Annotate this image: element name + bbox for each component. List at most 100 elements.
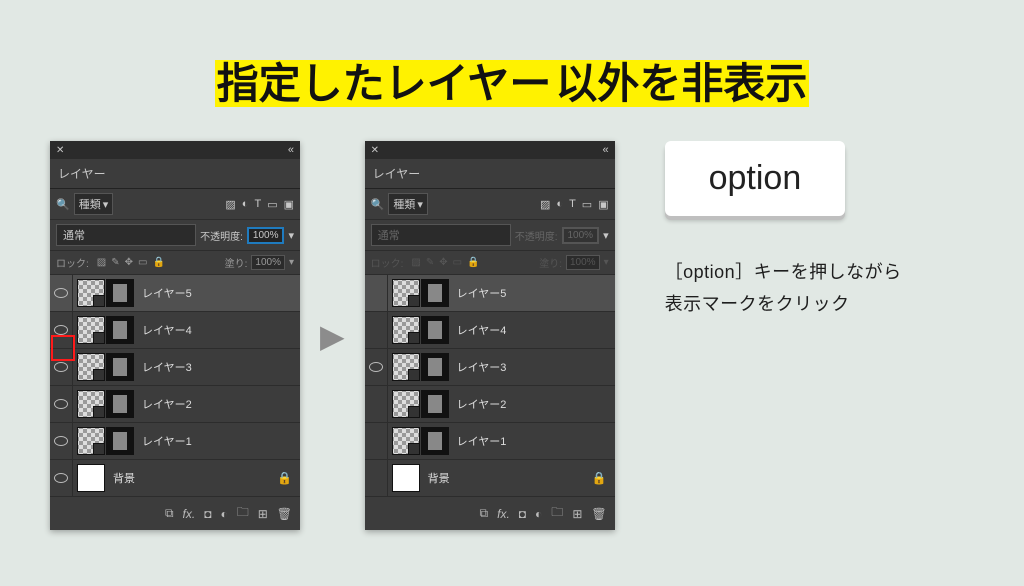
layer-mask-thumbnail[interactable] — [421, 390, 449, 418]
layer-mask-thumbnail[interactable] — [421, 353, 449, 381]
layer-name[interactable]: レイヤー5 — [457, 285, 507, 301]
layer-row[interactable]: 背景🔒 — [50, 460, 300, 497]
layer-row[interactable]: レイヤー4 — [50, 312, 300, 349]
layer-thumbnail[interactable] — [77, 464, 105, 492]
group-icon[interactable]: 🗀 — [237, 503, 249, 524]
lock-position-icon[interactable]: ✥ — [125, 257, 133, 268]
visibility-toggle-icon[interactable] — [365, 460, 388, 496]
fill-value[interactable]: 100% — [251, 255, 285, 270]
layer-row[interactable]: レイヤー4 — [365, 312, 615, 349]
layer-mask-thumbnail[interactable] — [106, 316, 134, 344]
layer-name[interactable]: レイヤー1 — [457, 433, 507, 449]
filter-smart-icon[interactable]: ▣ — [598, 198, 608, 211]
filter-shape-icon[interactable]: ▭ — [267, 198, 277, 211]
filter-type-select[interactable]: 種類▾ — [74, 193, 114, 215]
layer-thumbnail[interactable] — [77, 390, 105, 418]
layer-name[interactable]: レイヤー4 — [142, 322, 192, 338]
lock-pixels-icon[interactable]: ▨ — [411, 257, 420, 268]
layer-name[interactable]: レイヤー5 — [142, 285, 192, 301]
layer-row[interactable]: レイヤー3 — [50, 349, 300, 386]
layer-thumbnail[interactable] — [392, 353, 420, 381]
layer-mask-thumbnail[interactable] — [106, 279, 134, 307]
collapse-icon[interactable]: « — [602, 144, 608, 156]
filter-adjust-icon[interactable]: ◐ — [556, 198, 563, 211]
visibility-toggle-icon[interactable] — [365, 386, 388, 422]
layer-row[interactable]: レイヤー1 — [50, 423, 300, 460]
visibility-toggle-icon[interactable] — [50, 386, 73, 422]
collapse-icon[interactable]: « — [288, 144, 294, 156]
filter-smart-icon[interactable]: ▣ — [284, 198, 294, 211]
fill-value[interactable]: 100% — [566, 255, 600, 270]
visibility-toggle-icon[interactable] — [365, 423, 388, 459]
link-icon[interactable]: ⧉ — [480, 506, 489, 521]
layer-name[interactable]: レイヤー2 — [142, 396, 192, 412]
layer-thumbnail[interactable] — [77, 279, 105, 307]
adjustment-layer-icon[interactable]: ◐ — [220, 507, 227, 521]
lock-brush-icon[interactable]: ✎ — [111, 257, 119, 268]
layer-mask-thumbnail[interactable] — [421, 316, 449, 344]
layer-row[interactable]: レイヤー2 — [50, 386, 300, 423]
layer-name[interactable]: レイヤー3 — [142, 359, 192, 375]
close-icon[interactable]: ✕ — [56, 145, 64, 156]
visibility-toggle-icon[interactable] — [365, 349, 388, 385]
layer-mask-thumbnail[interactable] — [421, 427, 449, 455]
layer-thumbnail[interactable] — [392, 279, 420, 307]
layer-name[interactable]: レイヤー1 — [142, 433, 192, 449]
lock-artboard-icon[interactable]: ▭ — [453, 257, 462, 268]
visibility-toggle-icon[interactable] — [50, 460, 73, 496]
layer-thumbnail[interactable] — [392, 464, 420, 492]
layer-thumbnail[interactable] — [392, 316, 420, 344]
fx-icon[interactable]: fx. — [183, 507, 196, 521]
layer-mask-thumbnail[interactable] — [106, 427, 134, 455]
filter-type-icon[interactable]: T — [254, 198, 261, 211]
layer-name[interactable]: レイヤー3 — [457, 359, 507, 375]
group-icon[interactable]: 🗀 — [551, 503, 563, 524]
filter-type-icon[interactable]: T — [569, 198, 576, 211]
lock-brush-icon[interactable]: ✎ — [426, 257, 434, 268]
layer-row[interactable]: レイヤー2 — [365, 386, 615, 423]
adjustment-layer-icon[interactable]: ◐ — [535, 507, 542, 521]
blend-mode-select[interactable]: 通常 — [56, 224, 196, 246]
lock-position-icon[interactable]: ✥ — [439, 257, 447, 268]
lock-all-icon[interactable]: 🔒 — [467, 257, 479, 268]
layer-thumbnail[interactable] — [77, 316, 105, 344]
layer-mask-thumbnail[interactable] — [421, 279, 449, 307]
layer-row[interactable]: レイヤー1 — [365, 423, 615, 460]
layer-name[interactable]: 背景 — [428, 470, 450, 486]
visibility-toggle-icon[interactable] — [365, 312, 388, 348]
panel-tab-layers[interactable]: レイヤー — [50, 159, 300, 189]
opacity-input[interactable]: 100% — [247, 227, 285, 244]
lock-artboard-icon[interactable]: ▭ — [138, 257, 147, 268]
visibility-toggle-icon[interactable] — [50, 349, 73, 385]
filter-adjust-icon[interactable]: ◐ — [242, 198, 249, 211]
mask-icon[interactable]: ◘ — [204, 507, 211, 521]
layer-name[interactable]: 背景 — [113, 470, 135, 486]
layer-name[interactable]: レイヤー4 — [457, 322, 507, 338]
filter-shape-icon[interactable]: ▭ — [582, 198, 592, 211]
filter-pixel-icon[interactable]: ▨ — [540, 198, 550, 211]
filter-pixel-icon[interactable]: ▨ — [225, 198, 235, 211]
mask-icon[interactable]: ◘ — [519, 507, 526, 521]
panel-tab-layers[interactable]: レイヤー — [365, 159, 615, 189]
new-layer-icon[interactable]: ⊞ — [258, 507, 268, 521]
link-icon[interactable]: ⧉ — [165, 506, 174, 521]
visibility-toggle-icon[interactable] — [50, 423, 73, 459]
lock-all-icon[interactable]: 🔒 — [152, 257, 164, 268]
layer-thumbnail[interactable] — [392, 427, 420, 455]
close-icon[interactable]: ✕ — [371, 145, 379, 156]
layer-thumbnail[interactable] — [77, 353, 105, 381]
lock-pixels-icon[interactable]: ▨ — [97, 257, 106, 268]
layer-row[interactable]: レイヤー5 — [365, 275, 615, 312]
trash-icon[interactable]: 🗑 — [277, 507, 292, 521]
visibility-toggle-icon[interactable] — [365, 275, 388, 311]
layer-thumbnail[interactable] — [392, 390, 420, 418]
new-layer-icon[interactable]: ⊞ — [572, 507, 582, 521]
visibility-toggle-icon[interactable] — [50, 312, 73, 348]
visibility-toggle-icon[interactable] — [50, 275, 73, 311]
trash-icon[interactable]: 🗑 — [591, 507, 606, 521]
layer-mask-thumbnail[interactable] — [106, 390, 134, 418]
layer-row[interactable]: 背景🔒 — [365, 460, 615, 497]
layer-row[interactable]: レイヤー3 — [365, 349, 615, 386]
layer-mask-thumbnail[interactable] — [106, 353, 134, 381]
layer-row[interactable]: レイヤー5 — [50, 275, 300, 312]
